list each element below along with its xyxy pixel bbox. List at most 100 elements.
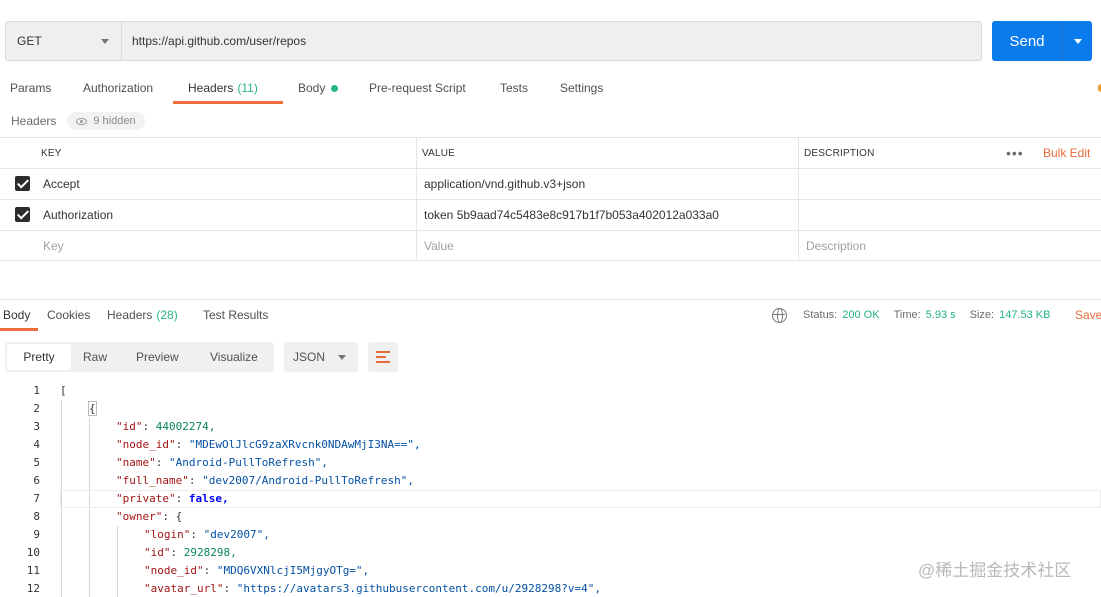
chevron-down-icon	[101, 38, 109, 44]
code-line: "id": 44002274,	[116, 418, 215, 436]
json-key: "node_id"	[116, 438, 176, 451]
code-line: "node_id": "MDEwOlJlcG9zaXRvcnk0NDAwMjI3…	[116, 436, 421, 454]
json-value: 2928298,	[183, 546, 237, 559]
header-key-cell[interactable]: Authorization	[43, 200, 415, 230]
save-response-button[interactable]: Save	[1075, 300, 1101, 330]
tab-label: Body	[298, 81, 326, 95]
tab-params[interactable]: Params	[10, 72, 51, 104]
tab-label: Body	[3, 308, 31, 322]
tab-label: Settings	[560, 81, 604, 95]
json-key: "id"	[116, 420, 143, 433]
line-number: 8	[33, 510, 40, 523]
header-description-cell[interactable]	[806, 169, 986, 199]
tab-label: Pre-request Script	[369, 81, 466, 95]
json-value: 44002274,	[155, 420, 216, 433]
json-separator: :	[223, 582, 237, 595]
header-key-cell[interactable]: Accept	[43, 169, 415, 199]
size-value[interactable]: 147.53 KB	[999, 309, 1050, 321]
hidden-count: 9 hidden	[93, 115, 136, 127]
json-value: "dev2007",	[203, 528, 270, 541]
json-value: "MDEwOlJlcG9zaXRvcnk0NDAwMjI3NA==",	[188, 438, 421, 451]
indent-guide	[117, 526, 118, 597]
new-description-input[interactable]: Description	[806, 231, 986, 260]
code-line: {	[88, 400, 97, 418]
json-value: {	[175, 510, 183, 523]
checkbox-checked-icon[interactable]	[15, 207, 30, 222]
code-line: "private": false,	[116, 490, 229, 508]
header-value-cell[interactable]: application/vnd.github.v3+json	[424, 169, 794, 199]
line-number: 2	[33, 402, 40, 415]
line-number: 7	[33, 492, 40, 505]
tab-label: Params	[10, 81, 52, 95]
code-text: {	[88, 401, 97, 416]
table-row: Accept application/vnd.github.v3+json	[0, 168, 1101, 199]
request-tabs: Params Authorization Headers (11) Body P…	[0, 72, 1101, 104]
code-line: "name": "Android-PullToRefresh",	[116, 454, 328, 472]
tab-authorization[interactable]: Authorization	[83, 72, 153, 104]
json-value: "dev2007/Android-PullToRefresh",	[202, 474, 415, 487]
tab-label: Headers	[188, 81, 234, 95]
json-separator: :	[142, 420, 156, 433]
json-key: "avatar_url"	[144, 582, 224, 595]
new-value-input[interactable]: Value	[424, 231, 794, 260]
tab-headers[interactable]: Headers (11)	[188, 72, 258, 104]
view-pretty-button[interactable]: Pretty	[7, 344, 71, 370]
code-line: "full_name": "dev2007/Android-PullToRefr…	[116, 472, 414, 490]
tab-count-badge: (11)	[237, 81, 258, 95]
status-label: Status:	[803, 309, 838, 321]
line-number: 4	[33, 438, 40, 451]
hidden-headers-toggle[interactable]: 9 hidden	[67, 112, 145, 130]
tab-body[interactable]: Body	[298, 72, 339, 104]
table-header-row: KEY VALUE DESCRIPTION ••• Bulk Edit	[0, 137, 1101, 168]
tab-tests[interactable]: Tests	[500, 72, 528, 104]
send-options-button[interactable]	[1063, 21, 1092, 61]
format-select[interactable]: JSON	[284, 342, 358, 372]
method-select[interactable]: GET	[6, 22, 122, 60]
wrap-lines-button[interactable]	[368, 342, 398, 372]
checkbox-checked-icon[interactable]	[15, 176, 30, 191]
active-response-tab-indicator	[0, 328, 38, 331]
view-visualize-button[interactable]: Visualize	[210, 342, 258, 372]
json-key: "full_name"	[116, 474, 189, 487]
json-separator: :	[175, 492, 189, 505]
header-value-cell[interactable]: token 5b9aad74c5483e8c917b1f7b053a402012…	[424, 200, 794, 230]
table-row: Authorization token 5b9aad74c5483e8c917b…	[0, 199, 1101, 230]
view-raw-button[interactable]: Raw	[83, 342, 107, 372]
response-tab-headers[interactable]: Headers (28)	[107, 300, 178, 330]
code-line: "id": 2928298,	[144, 544, 237, 562]
response-tab-cookies[interactable]: Cookies	[47, 300, 90, 330]
tab-settings[interactable]: Settings	[560, 72, 603, 104]
status-value[interactable]: 200 OK	[842, 309, 879, 321]
tab-label: Test Results	[203, 308, 269, 322]
more-options-icon[interactable]: •••	[1006, 138, 1024, 168]
line-number: 12	[26, 582, 40, 595]
code-text: [	[60, 384, 67, 397]
json-separator: :	[190, 528, 204, 541]
code-line: "avatar_url": "https://avatars3.githubus…	[144, 580, 601, 597]
tab-label: Authorization	[83, 81, 154, 95]
new-key-input[interactable]: Key	[43, 231, 415, 260]
line-number: 1	[33, 384, 40, 397]
view-preview-button[interactable]: Preview	[136, 342, 179, 372]
chevron-down-icon	[338, 354, 346, 360]
json-key: "owner"	[116, 510, 163, 523]
wrap-lines-icon	[376, 361, 390, 363]
globe-icon[interactable]	[772, 307, 787, 323]
headers-subheader: Headers 9 hidden	[11, 112, 145, 130]
header-description-cell[interactable]	[806, 200, 986, 230]
wrap-lines-icon	[376, 351, 390, 353]
status-dot-icon	[331, 84, 339, 92]
url-input[interactable]: https://api.github.com/user/repos	[122, 22, 981, 60]
send-label: Send	[1009, 32, 1045, 50]
time-value[interactable]: 5.93 s	[926, 309, 956, 321]
tab-label: Headers	[107, 308, 153, 322]
json-separator: :	[188, 474, 203, 487]
line-number: 5	[33, 456, 40, 469]
send-button[interactable]: Send	[992, 21, 1092, 61]
response-tab-test-results[interactable]: Test Results	[203, 300, 268, 330]
tab-pre-request-script[interactable]: Pre-request Script	[369, 72, 466, 104]
response-tab-body[interactable]: Body	[3, 300, 30, 330]
bulk-edit-link[interactable]: Bulk Edit	[1043, 138, 1090, 168]
line-number: 9	[33, 528, 40, 541]
eye-icon	[76, 117, 88, 125]
